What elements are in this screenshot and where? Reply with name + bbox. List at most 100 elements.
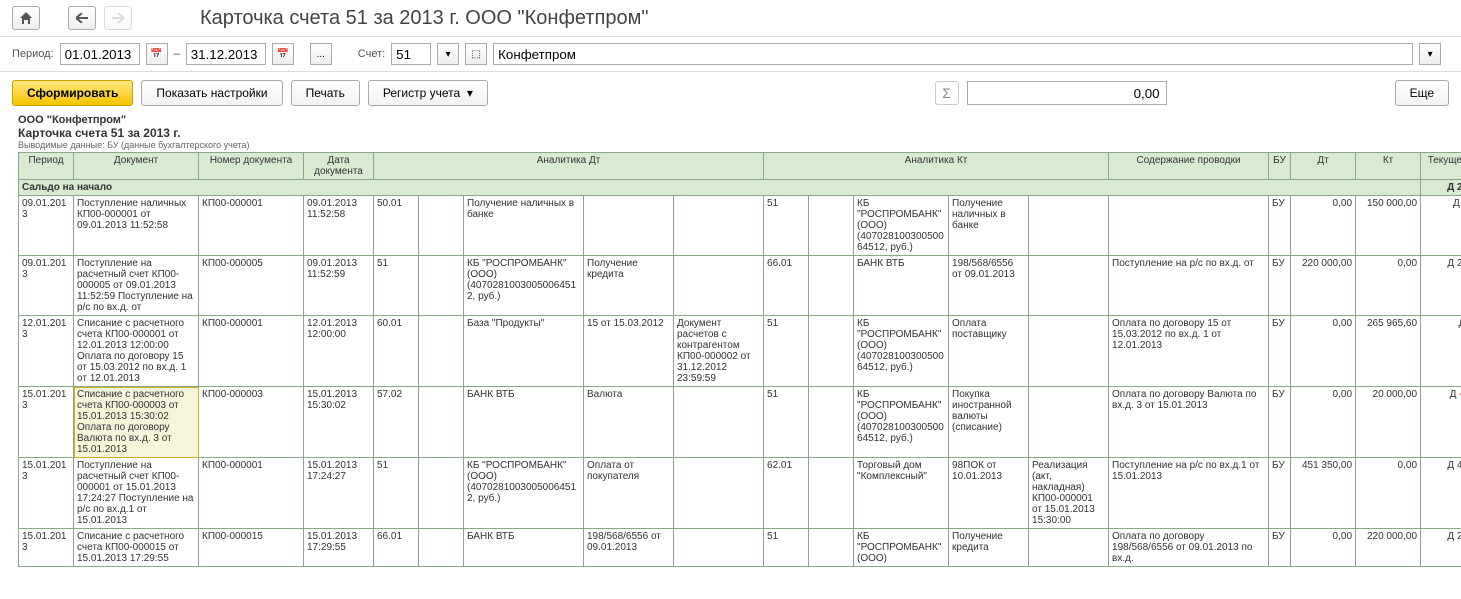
cell: БУ: [1269, 458, 1291, 529]
cell: [1029, 529, 1109, 567]
table-row[interactable]: 09.01.2013Поступление на расчетный счет …: [19, 256, 1461, 316]
cell: КП00-000001: [199, 196, 304, 256]
date-to-input[interactable]: [186, 43, 266, 65]
sigma-icon[interactable]: Σ: [935, 81, 959, 105]
cell: 0,00: [1291, 196, 1356, 256]
home-button[interactable]: [12, 6, 40, 30]
cell: 15.01.2013: [19, 529, 74, 567]
cell: 15.01.2013 15:30:02: [304, 387, 374, 458]
col-header: Текущее сальдо: [1421, 153, 1461, 180]
cell: [809, 256, 854, 316]
cell: Д -15 965,60: [1421, 387, 1461, 458]
organization-input[interactable]: [493, 43, 1413, 65]
cell: [419, 256, 464, 316]
calendar-icon[interactable]: 📅: [146, 43, 168, 65]
cell: БАНК ВТБ: [854, 256, 949, 316]
cell: [419, 316, 464, 387]
cell: 51: [764, 529, 809, 567]
cell: 198/568/6556 от 09.01.2013: [584, 529, 674, 567]
cell: [674, 458, 764, 529]
org-dropdown-button[interactable]: ▾: [1419, 43, 1441, 65]
back-button[interactable]: [68, 6, 96, 30]
table-row[interactable]: 15.01.2013Списание с расчетного счета КП…: [19, 529, 1461, 567]
col-header: Аналитика Кт: [764, 153, 1109, 180]
table-row[interactable]: 09.01.2013Поступление наличных КП00-0000…: [19, 196, 1461, 256]
cell: Д 4 034,40: [1421, 316, 1461, 387]
cell: КП00-000001: [199, 316, 304, 387]
cell: Получение наличных в банке: [949, 196, 1029, 256]
cell: БАНК ВТБ: [464, 387, 584, 458]
cell: КП00-000015: [199, 529, 304, 567]
cell: 66.01: [764, 256, 809, 316]
cell: 20 000,00: [1356, 387, 1421, 458]
cell: Получение кредита: [949, 529, 1029, 567]
account-select-button[interactable]: ⬚: [465, 43, 487, 65]
cell: [1029, 256, 1109, 316]
cell: Покупка иностранной валюты (списание): [949, 387, 1029, 458]
cell: КБ "РОСПРОМБАНК" (ООО) (4070281003005006…: [854, 316, 949, 387]
col-header: Кт: [1356, 153, 1421, 180]
cell: 15.01.2013 17:24:27: [304, 458, 374, 529]
report-title: Карточка счета 51 за 2013 г.: [18, 126, 1443, 140]
cell: [1029, 196, 1109, 256]
cell: 51: [764, 387, 809, 458]
cell: 62.01: [764, 458, 809, 529]
cell: БУ: [1269, 256, 1291, 316]
cell: [674, 256, 764, 316]
show-settings-button[interactable]: Показать настройки: [141, 80, 282, 106]
date-from-input[interactable]: [60, 43, 140, 65]
cell: Списание с расчетного счета КП00-000003 …: [74, 387, 199, 458]
form-button[interactable]: Сформировать: [12, 80, 133, 106]
cell: 0,00: [1291, 316, 1356, 387]
cell: Поступление на расчетный счет КП00-00000…: [74, 256, 199, 316]
cell: 15.01.2013 17:29:55: [304, 529, 374, 567]
register-button[interactable]: Регистр учета ▾: [368, 80, 488, 106]
cell: Оплата по договору 15 от 15.03.2012 по в…: [1109, 316, 1269, 387]
account-dropdown-button[interactable]: ▾: [437, 43, 459, 65]
cell: 51: [374, 256, 419, 316]
report-sub: Выводимые данные: БУ (данные бухгалтерск…: [18, 140, 1443, 150]
sum-input[interactable]: [967, 81, 1167, 105]
cell: [419, 458, 464, 529]
cell: Реализация (акт, накладная) КП00-000001 …: [1029, 458, 1109, 529]
cell: КБ "РОСПРОМБАНК" (ООО): [854, 529, 949, 567]
cell: Поступление на расчетный счет КП00-00000…: [74, 458, 199, 529]
print-button[interactable]: Печать: [291, 80, 360, 106]
col-header: Дт: [1291, 153, 1356, 180]
cell: 60.01: [374, 316, 419, 387]
cell: 09.01.2013 11:52:59: [304, 256, 374, 316]
cell: Получение наличных в банке: [464, 196, 584, 256]
cell: 51: [374, 458, 419, 529]
cell: 265 965,60: [1356, 316, 1421, 387]
cell: [674, 387, 764, 458]
cell: БУ: [1269, 529, 1291, 567]
cell: Списание с расчетного счета КП00-000001 …: [74, 316, 199, 387]
calendar-icon[interactable]: 📅: [272, 43, 294, 65]
cell: 12.01.2013: [19, 316, 74, 387]
account-input[interactable]: [391, 43, 431, 65]
cell: 09.01.2013: [19, 196, 74, 256]
cell: Документ расчетов с контрагентом КП00-00…: [674, 316, 764, 387]
forward-button[interactable]: [104, 6, 132, 30]
cell: Оплата по договору 198/568/6556 от 09.01…: [1109, 529, 1269, 567]
more-button[interactable]: Еще: [1395, 80, 1449, 106]
cell: 51: [764, 316, 809, 387]
period-picker-button[interactable]: ...: [310, 43, 332, 65]
table-row[interactable]: 12.01.2013Списание с расчетного счета КП…: [19, 316, 1461, 387]
cell: 09.01.2013: [19, 256, 74, 316]
page-title: Карточка счета 51 за 2013 г. ООО "Конфет…: [200, 7, 648, 30]
table-row[interactable]: 15.01.2013Списание с расчетного счета КП…: [19, 387, 1461, 458]
cell: 15.01.2013: [19, 458, 74, 529]
cell: [419, 529, 464, 567]
cell: КБ "РОСПРОМБАНК" (ООО) (4070281003005006…: [854, 196, 949, 256]
cell: Поступление на р/с по вх.д.1 от 15.01.20…: [1109, 458, 1269, 529]
cell: Списание с расчетного счета КП00-000015 …: [74, 529, 199, 567]
cell: 0,00: [1291, 529, 1356, 567]
cell: Получение кредита: [584, 256, 674, 316]
saldo-start-label: Сальдо на начало: [19, 180, 1421, 196]
cell: [419, 387, 464, 458]
period-label: Период:: [12, 48, 54, 60]
table-row[interactable]: 15.01.2013Поступление на расчетный счет …: [19, 458, 1461, 529]
col-header: Аналитика Дт: [374, 153, 764, 180]
cell: 98ПОК от 10.01.2013: [949, 458, 1029, 529]
